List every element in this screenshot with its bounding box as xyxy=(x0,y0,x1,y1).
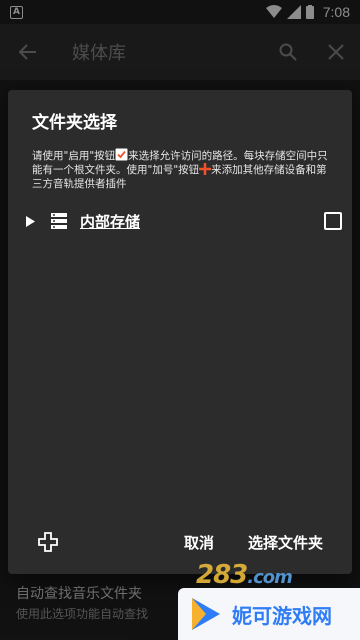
storage-checkbox[interactable] xyxy=(324,212,342,230)
cancel-button[interactable]: 取消 xyxy=(184,532,214,553)
enable-check-icon xyxy=(115,148,128,161)
storage-icon xyxy=(51,213,67,229)
storage-row-internal[interactable]: 内部存储 xyxy=(22,206,342,236)
select-folder-button[interactable]: 选择文件夹 xyxy=(248,532,323,553)
site-watermark-283: 283.com xyxy=(196,560,293,590)
triangle-right-icon xyxy=(25,215,35,227)
dialog-actions: 取消 选择文件夹 xyxy=(8,518,352,574)
storage-label[interactable]: 内部存储 xyxy=(80,211,140,232)
add-storage-button[interactable] xyxy=(38,532,58,552)
watermark-283-suffix: .com xyxy=(247,567,293,588)
folder-select-dialog: 文件夹选择 请使用"启用"按钮 来选择允许访问的路径。每块存储空间中只能有一个根文… xyxy=(8,90,352,574)
dialog-title: 文件夹选择 xyxy=(32,113,117,133)
plus-icon-inline xyxy=(199,163,212,175)
expand-button[interactable] xyxy=(22,206,38,236)
dialog-description: 请使用"启用"按钮 来选择允许访问的路径。每块存储空间中只能有一个根文件夹。使用"… xyxy=(32,148,332,191)
nike-logo-icon xyxy=(192,598,220,630)
site-watermark-nike: 妮可游戏网 xyxy=(178,588,360,640)
desc-part-1: 请使用"启用"按钮 xyxy=(32,150,116,162)
watermark-nike-text: 妮可游戏网 xyxy=(232,603,332,628)
watermark-283-text: 283 xyxy=(196,560,248,590)
